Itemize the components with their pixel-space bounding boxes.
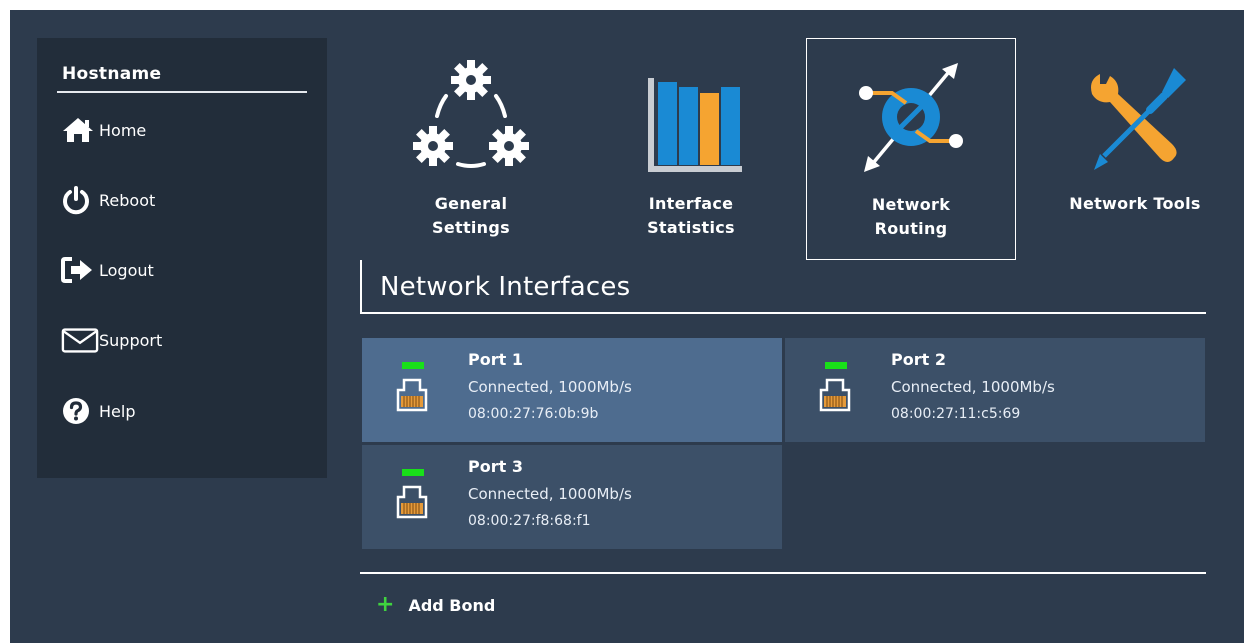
home-icon [61,113,99,147]
app-window: Hostname Home Reboot Logout Support Help… [10,10,1244,643]
plus-icon: + [376,592,395,617]
port-name: Port 3 [468,457,523,476]
link-led [402,469,424,476]
help-icon [61,394,99,428]
tile-network-routing[interactable]: Network Routing [806,38,1016,260]
logout-icon [61,253,99,287]
tile-label: Interface Statistics [647,194,735,237]
tile-general-settings[interactable]: General Settings [366,38,576,260]
section-title: Network Interfaces [380,272,631,302]
port-name: Port 1 [468,350,523,369]
sidebar-item-label: Home [99,120,147,140]
tile-interface-statistics[interactable]: Interface Statistics [586,38,796,260]
sidebar-item-label: Help [99,401,136,421]
add-bond-label: Add Bond [408,595,496,615]
tile-label: Network Tools [1069,194,1201,213]
link-led [402,362,424,369]
gears-icon [366,58,576,178]
sidebar: Hostname Home Reboot Logout Support Help [37,38,327,478]
link-led [825,362,847,369]
ethernet-port-icon [396,485,428,519]
sidebar-divider [57,91,307,93]
sidebar-item-label: Reboot [99,190,156,210]
sidebar-item-support[interactable]: Support [61,322,162,358]
ethernet-port-icon [396,378,428,412]
routing-icon [807,59,1015,179]
tools-icon [1030,58,1240,178]
port-mac: 08:00:27:11:c5:69 [891,406,1021,422]
sidebar-item-reboot[interactable]: Reboot [61,182,155,218]
mail-icon [61,323,99,357]
tile-label: General Settings [432,194,510,237]
port-status: Connected, 1000Mb/s [468,378,632,396]
bottom-divider [360,572,1206,574]
port-card-1[interactable]: Port 1 Connected, 1000Mb/s 08:00:27:76:0… [362,338,782,442]
port-name: Port 2 [891,350,946,369]
section-header: Network Interfaces [360,260,1206,314]
tile-network-tools[interactable]: Network Tools [1030,38,1240,260]
power-icon [61,183,99,217]
sidebar-item-label: Logout [99,260,154,280]
ethernet-port-icon [819,378,851,412]
sidebar-item-help[interactable]: Help [61,393,135,429]
port-card-3[interactable]: Port 3 Connected, 1000Mb/s 08:00:27:f8:6… [362,445,782,549]
sidebar-item-home[interactable]: Home [61,112,146,148]
add-bond-button[interactable]: + Add Bond [376,594,495,616]
tile-label: Network Routing [871,195,951,238]
port-mac: 08:00:27:f8:68:f1 [468,513,591,529]
sidebar-item-label: Support [99,330,163,350]
sidebar-item-logout[interactable]: Logout [61,252,154,288]
bar-chart-icon [586,58,796,178]
port-status: Connected, 1000Mb/s [891,378,1055,396]
port-status: Connected, 1000Mb/s [468,485,632,503]
hostname-title: Hostname [62,64,162,84]
port-mac: 08:00:27:76:0b:9b [468,406,599,422]
port-card-2[interactable]: Port 2 Connected, 1000Mb/s 08:00:27:11:c… [785,338,1205,442]
